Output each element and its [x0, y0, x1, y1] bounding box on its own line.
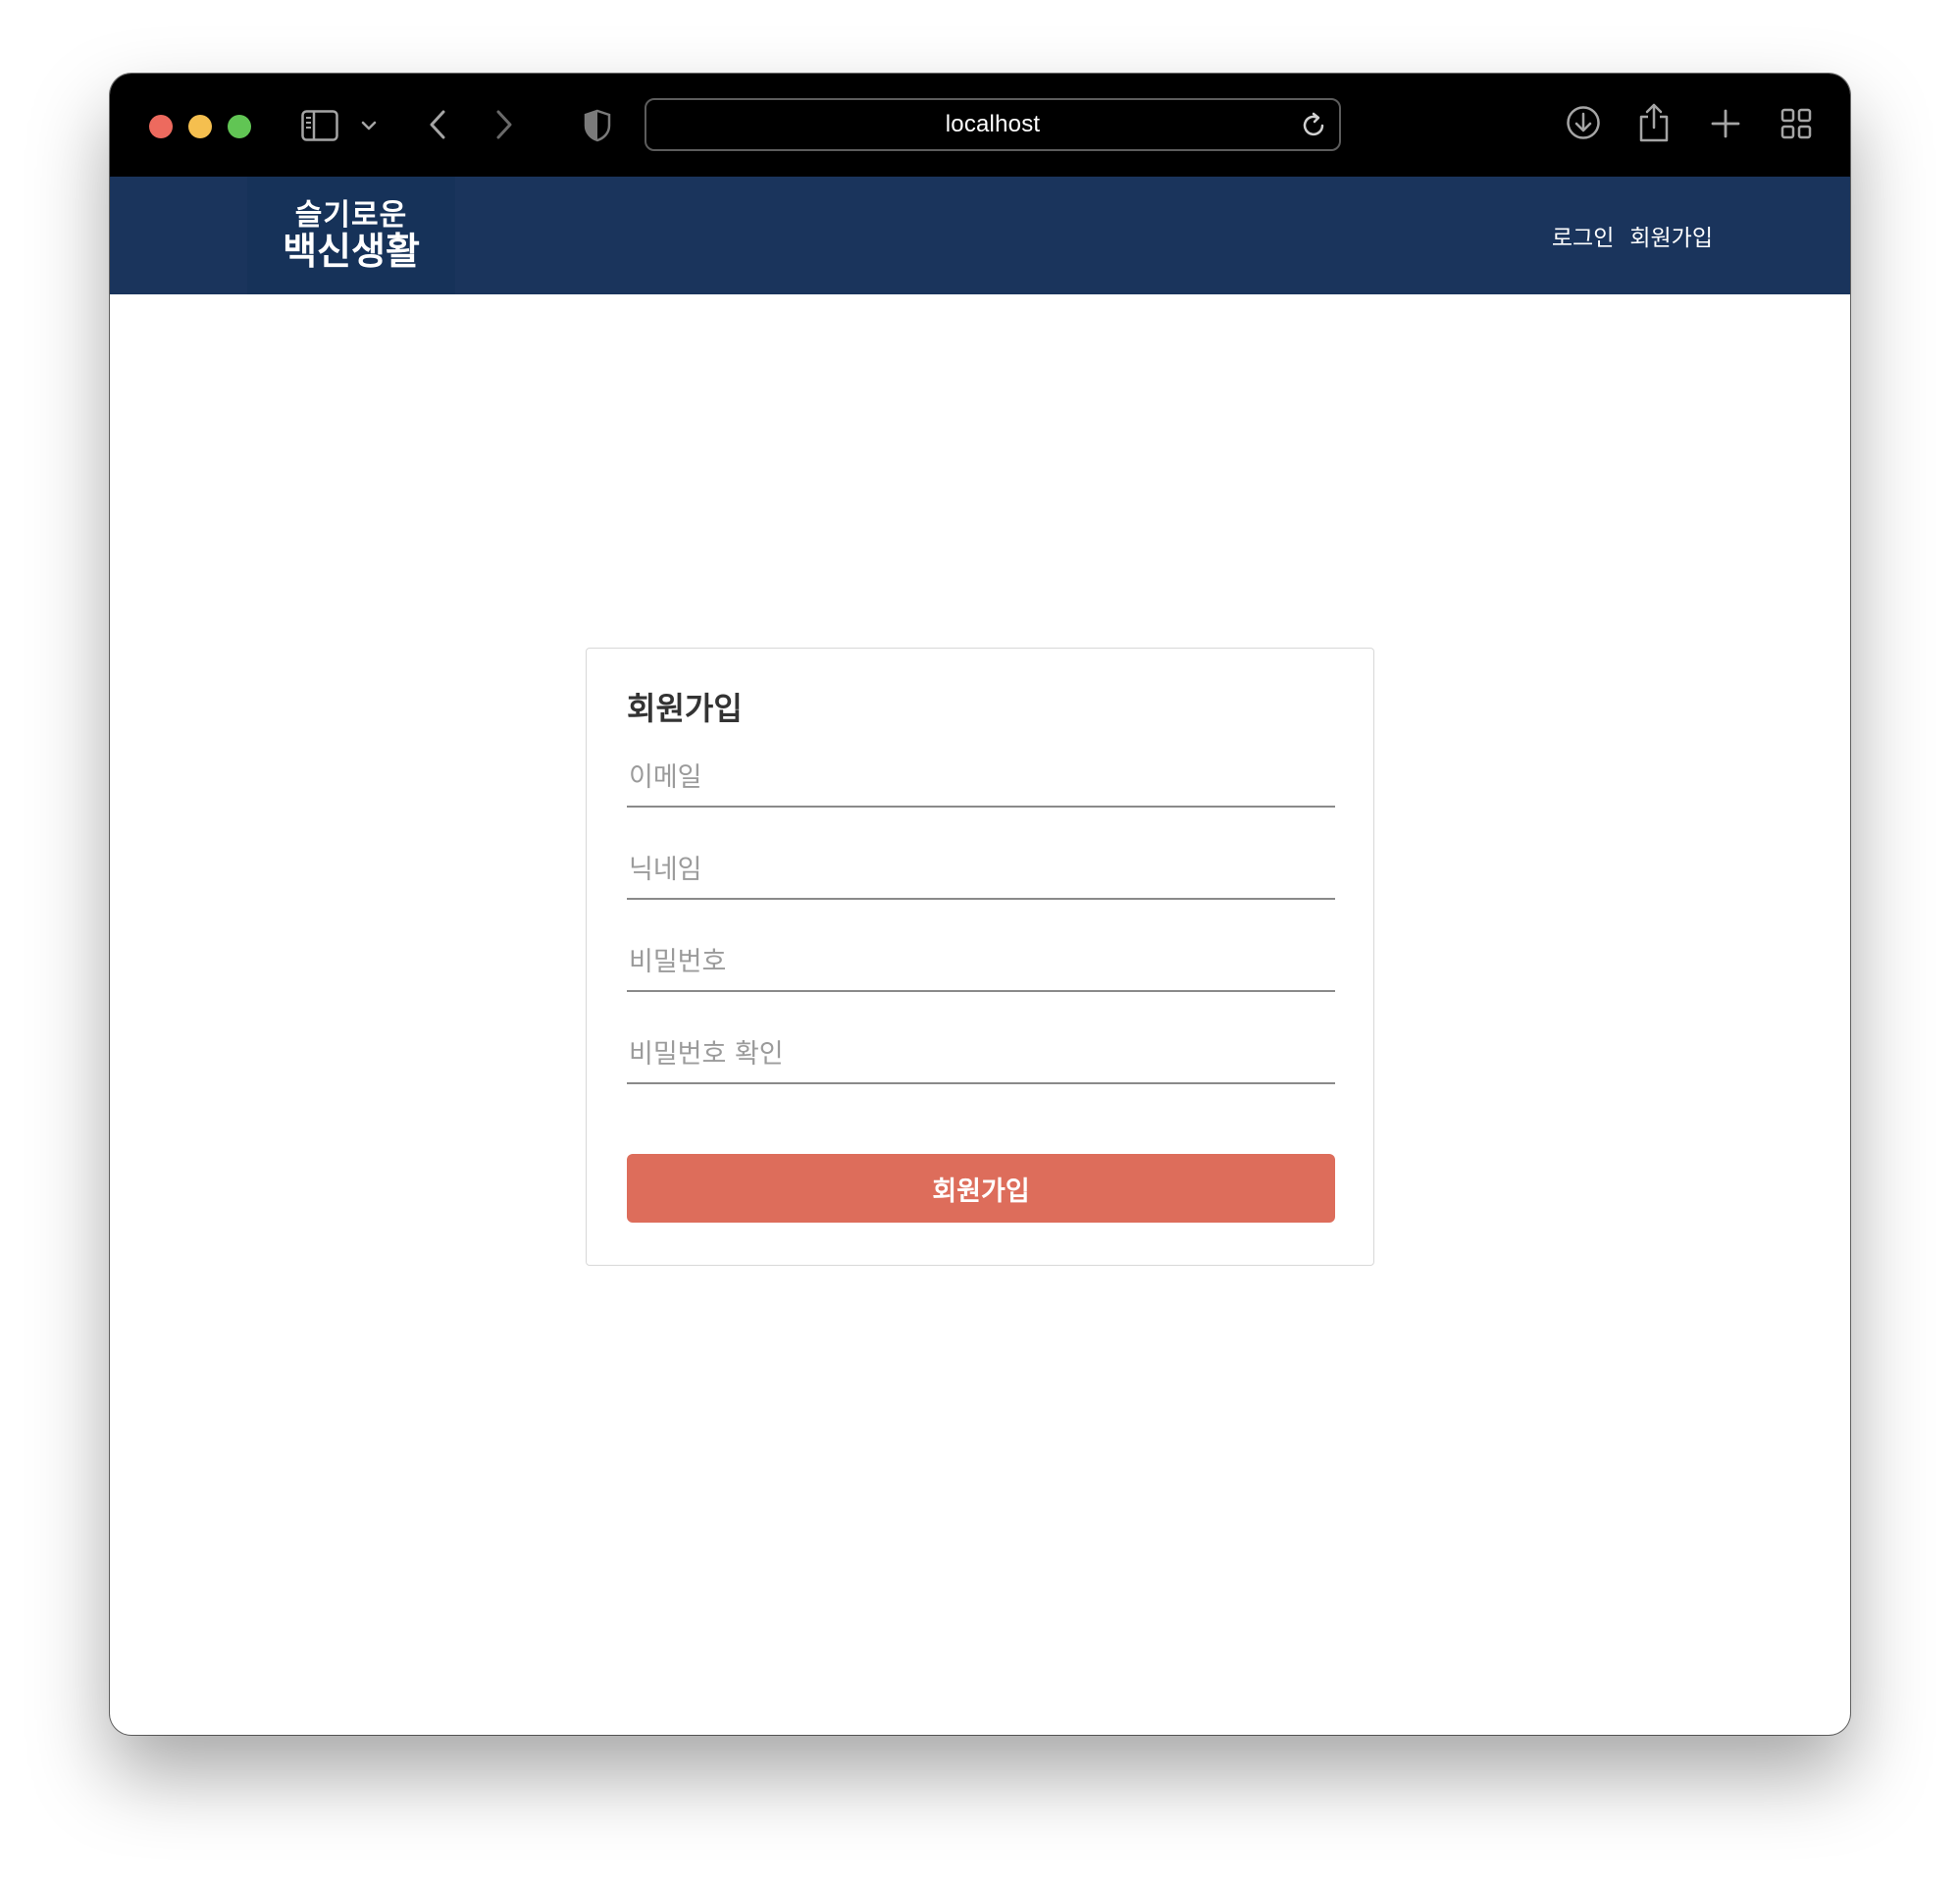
site-logo[interactable]: 슬기로운 백신생활	[247, 177, 455, 294]
signup-card: 회원가입 회원가입	[586, 648, 1374, 1266]
download-icon[interactable]	[1564, 103, 1603, 142]
site-header: 슬기로운 백신생활 로그인 회원가입	[110, 177, 1850, 294]
sidebar-icon[interactable]	[300, 107, 339, 144]
back-icon[interactable]	[422, 105, 453, 144]
nickname-field[interactable]	[627, 841, 1335, 900]
tab-overview-icon[interactable]	[1779, 107, 1813, 140]
shield-icon[interactable]	[581, 107, 614, 144]
address-bar[interactable]: localhost	[645, 98, 1341, 151]
signup-submit-button[interactable]: 회원가입	[627, 1154, 1335, 1223]
login-link[interactable]: 로그인	[1552, 219, 1614, 252]
share-icon[interactable]	[1636, 101, 1672, 144]
browser-toolbar: localhost	[110, 74, 1850, 177]
chevron-down-icon[interactable]	[357, 113, 381, 138]
header-nav: 로그인 회원가입	[1552, 177, 1713, 294]
email-field[interactable]	[627, 749, 1335, 808]
signup-title: 회원가입	[627, 690, 743, 727]
signup-link[interactable]: 회원가입	[1629, 219, 1713, 252]
password-confirm-field[interactable]	[627, 1025, 1335, 1084]
close-window-button[interactable]	[149, 115, 173, 138]
logo-line2: 백신생활	[283, 229, 420, 273]
forward-icon[interactable]	[489, 105, 520, 144]
zoom-window-button[interactable]	[228, 115, 251, 138]
password-field[interactable]	[627, 933, 1335, 992]
logo-line1: 슬기로운	[294, 197, 408, 233]
screen: localhost 슬기로운 백신생활 로그인 회원가입 회원가입 이메일 닉네…	[0, 0, 1960, 1882]
minimize-window-button[interactable]	[188, 115, 212, 138]
browser-window: localhost 슬기로운 백신생활 로그인 회원가입 회원가입 이메일 닉네…	[110, 74, 1850, 1735]
plus-icon[interactable]	[1709, 107, 1742, 140]
address-bar-url: localhost	[945, 111, 1041, 137]
reload-icon[interactable]	[1302, 112, 1327, 143]
